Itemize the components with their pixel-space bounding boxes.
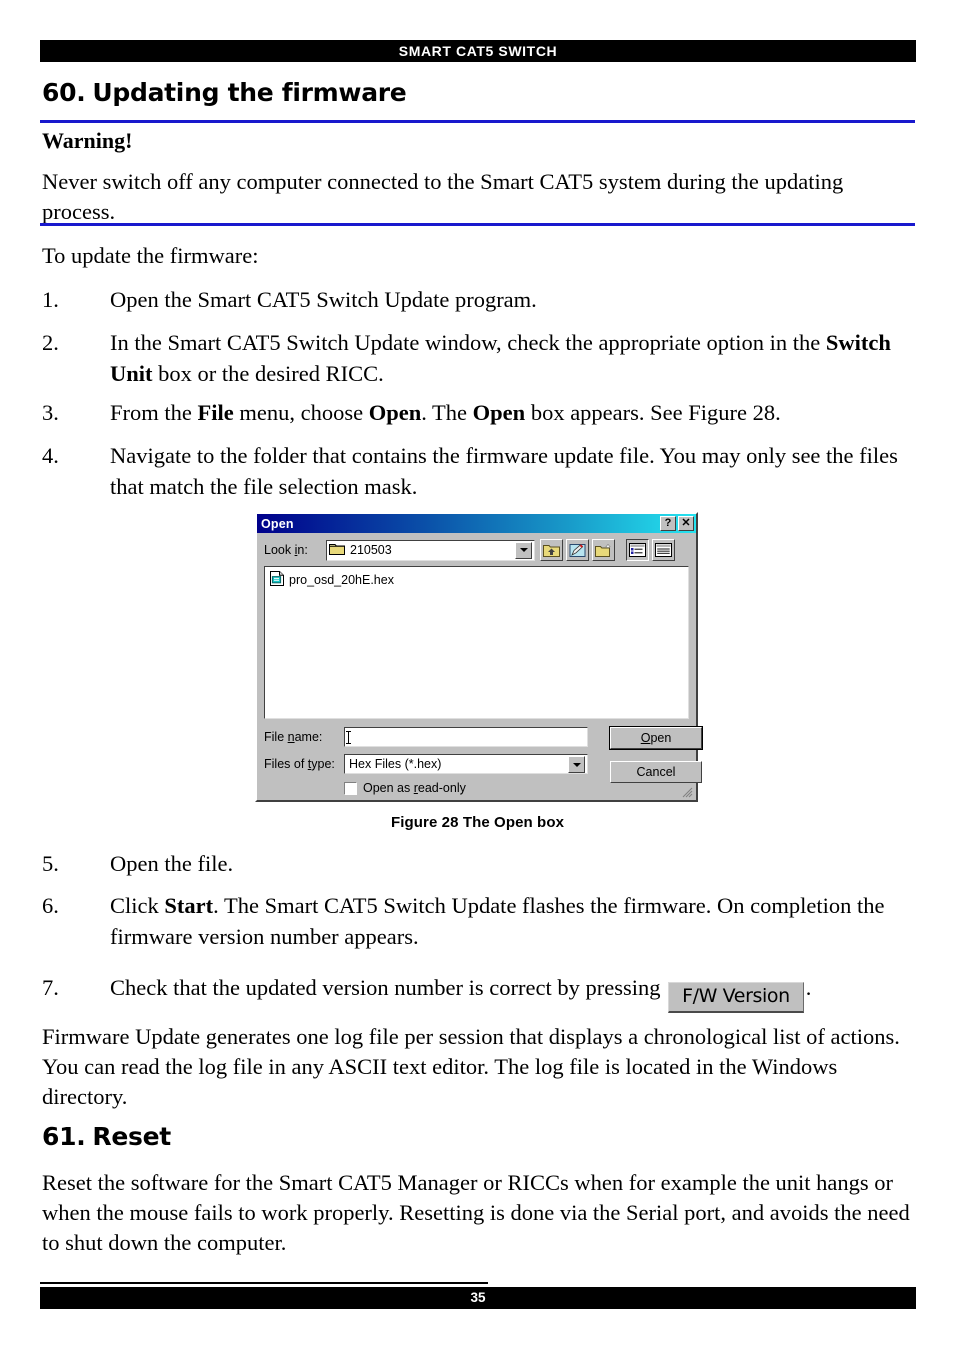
list-item: 2. In the Smart CAT5 Switch Update windo… [42,328,914,389]
look-in-value: 210503 [350,543,392,557]
list-marker: 6. [42,893,59,918]
warning-body-text: Never switch off any computer connected … [42,169,844,224]
look-in-combobox[interactable]: 210503 [326,539,535,561]
new-folder-icon[interactable] [592,539,615,561]
file-name-row: File name: [264,727,588,747]
emphasis-file-menu: File [197,400,234,425]
text-caret [346,730,351,744]
fw-version-button[interactable]: F/W Version [668,982,804,1013]
read-only-row[interactable]: Open as read-only [344,781,588,795]
cancel-button[interactable]: Cancel [610,761,702,783]
dialog-title: Open [261,516,294,531]
open-button[interactable]: Open [609,726,703,750]
chevron-down-icon[interactable] [568,756,585,773]
list-item: 6. Click Start. The Smart CAT5 Switch Up… [42,891,914,952]
section-number-60: 60. [42,78,86,107]
text-run: Check that the updated version number is… [110,975,667,1000]
figure-caption: Figure 28 The Open box [390,814,565,831]
list-item: 4. Navigate to the folder that contains … [42,441,914,502]
list-item-text: Check that the updated version number is… [110,973,914,1013]
text-run: From the [110,400,198,425]
create-new-folder-pencil-icon[interactable] [566,539,589,561]
hex-file-icon [270,571,284,589]
read-only-checkbox[interactable] [344,781,357,795]
warning-heading: Warning! [42,128,133,153]
open-dialog-window: Open ? ✕ Look in: 210503 pro_osd_20hE.he… [255,512,703,802]
divider-rule-top [40,120,915,123]
text-run: Click [110,893,165,918]
up-one-level-icon[interactable] [540,539,563,561]
read-only-label: Open as read-only [363,781,466,795]
file-name-field-label: File name: [264,730,323,744]
text-run: In the Smart CAT5 Switch Update window, … [110,330,826,355]
dialog-button-column: Open Cancel [609,726,703,795]
text-run: box or the desired RICC. [152,360,384,386]
section-title-61: Reset [92,1122,171,1151]
dialog-fields: File name: Files of type: Hex Files (*.h… [264,727,588,795]
list-item-text: Click Start. The Smart CAT5 Switch Updat… [110,891,914,952]
firmware-log-note: Firmware Update generates one log file p… [42,1024,900,1109]
text-run: box appears. See Figure 28. [525,400,781,425]
list-item-text: In the Smart CAT5 Switch Update window, … [110,328,914,389]
files-of-type-value: Hex Files (*.hex) [349,757,442,771]
look-in-label: Look in: [264,543,308,557]
text-run: . The Smart CAT5 Switch Update flashes t… [110,893,885,949]
look-in-row: Look in: 210503 [264,539,689,561]
file-list-pane[interactable]: pro_osd_20hE.hex [264,566,689,719]
details-view-icon[interactable] [652,539,675,561]
list-item-text: Open the Smart CAT5 Switch Update progra… [110,287,537,312]
section-number-61: 61. [42,1122,86,1151]
chevron-down-icon[interactable] [515,541,532,559]
list-marker: 7. [42,975,59,1000]
list-item: 3. From the File menu, choose Open. The … [42,398,914,429]
dialog-toolbar [540,539,675,561]
divider-rule-bottom [40,223,915,226]
emphasis-start-button: Start [164,893,214,918]
page-title-reset: 61. Reset [42,1122,171,1151]
list-marker: 5. [42,851,59,876]
list-view-icon[interactable] [626,539,649,561]
list-item: 7. Check that the updated version number… [42,973,914,1013]
file-name-input[interactable] [344,727,588,747]
list-marker: 3. [42,400,59,425]
running-header: SMART CAT5 SWITCH [40,40,916,62]
emphasis-open-box: Open [472,400,526,425]
dialog-body: Look in: 210503 pro_osd_20hE.hex File na… [257,533,703,800]
files-of-type-row: Files of type: Hex Files (*.hex) [264,754,588,774]
text-run: . The [421,400,473,425]
files-of-type-label: Files of type: [264,757,335,771]
emphasis-open-command: Open [368,400,422,425]
reset-body-text: Reset the software for the Smart CAT5 Ma… [42,1170,910,1255]
resize-grip-icon[interactable] [681,786,693,798]
section-title-60: Updating the firmware [92,78,407,107]
text-run: . [805,975,812,1000]
list-item-text: From the File menu, choose Open. The Ope… [110,398,914,429]
help-icon[interactable]: ? [660,516,676,531]
list-item: 5. Open the file. [42,849,914,880]
files-of-type-combobox[interactable]: Hex Files (*.hex) [344,754,588,774]
footer-rule [40,1282,488,1284]
page-footer: 35 [40,1287,916,1309]
text-run: menu, choose [233,400,369,425]
document-page: SMART CAT5 SWITCH 60. Updating the firmwa… [0,0,954,1355]
list-item[interactable]: pro_osd_20hE.hex [268,570,685,590]
list-marker: 2. [42,330,59,355]
list-marker: 4. [42,443,59,468]
page-title-updating-firmware: 60. Updating the firmware [42,78,407,107]
folder-icon [329,542,345,558]
list-item-text: Open the file. [110,851,234,876]
intro-text: To update the firmware: [42,243,259,268]
list-item-text: Navigate to the folder that contains the… [110,443,898,499]
list-marker: 1. [42,287,59,312]
dialog-titlebar[interactable]: Open ? ✕ [257,514,696,533]
file-name-label: pro_osd_20hE.hex [289,573,394,587]
list-item: 1. Open the Smart CAT5 Switch Update pro… [42,285,914,316]
dialog-lower-section: File name: Files of type: Hex Files (*.h… [264,726,703,795]
close-icon[interactable]: ✕ [678,516,694,531]
figure-open-dialog: Open ? ✕ Look in: 210503 pro_osd_20hE.he… [255,512,703,802]
